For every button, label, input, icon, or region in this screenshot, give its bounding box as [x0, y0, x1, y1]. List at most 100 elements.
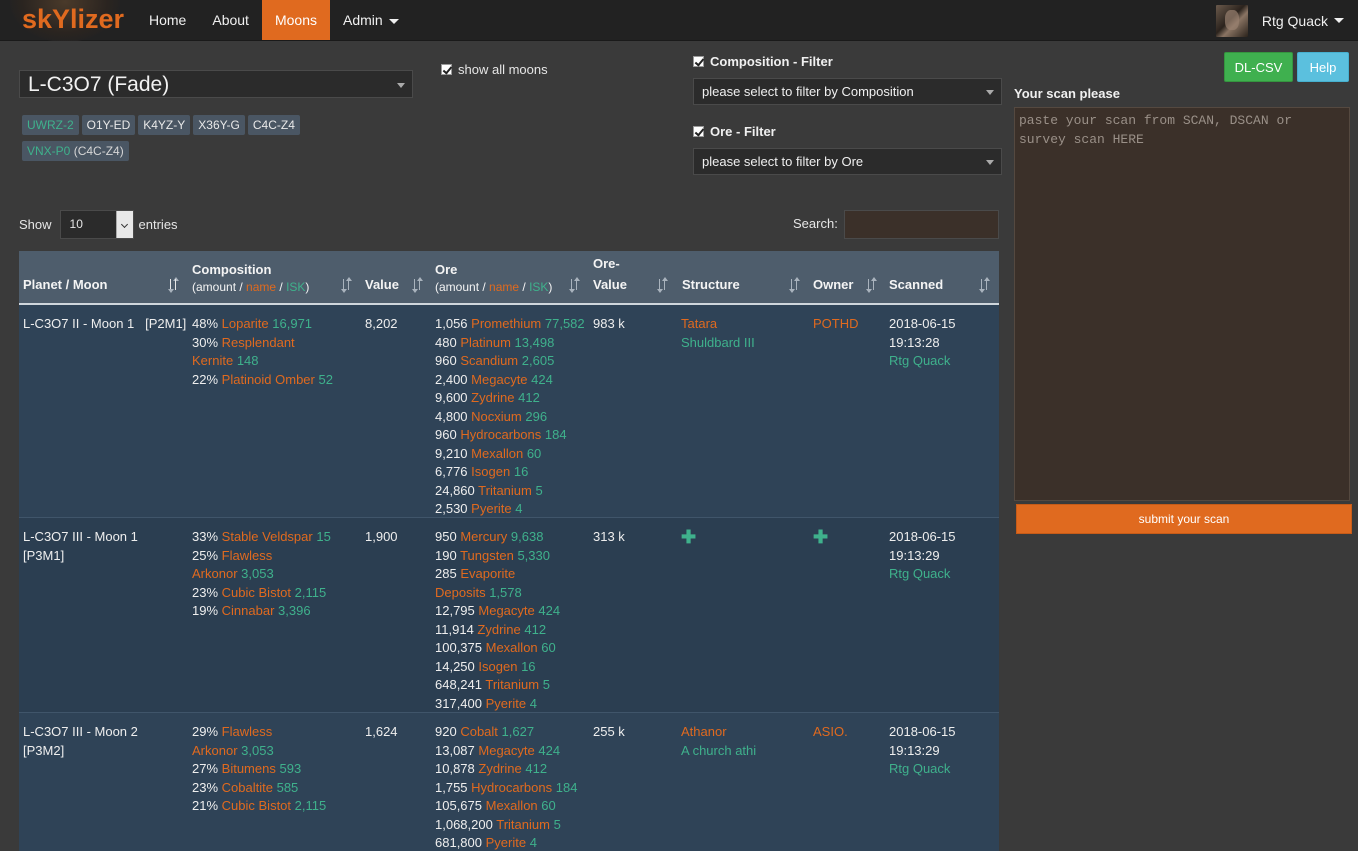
composition-filter-toggle[interactable]: Composition - Filter: [693, 54, 833, 69]
ore-name[interactable]: Tritanium: [478, 483, 532, 498]
cell-owner: ASIO.: [813, 723, 848, 742]
system-tag-extra[interactable]: VNX-P0 (C4C-Z4): [22, 141, 129, 161]
add-owner-icon[interactable]: ✚: [813, 527, 828, 547]
owner-name[interactable]: POTHD: [813, 315, 859, 334]
ore-name[interactable]: Pyerite: [486, 696, 526, 711]
composition-name[interactable]: Flawless: [222, 724, 273, 739]
scan-textarea[interactable]: [1014, 107, 1350, 501]
composition-name[interactable]: Cubic Bistot: [222, 798, 291, 813]
ore-name[interactable]: Promethium: [471, 316, 541, 331]
col-ore[interactable]: Ore (amount / name / ISK): [435, 259, 552, 295]
moon-select[interactable]: L-C3O7 (Fade): [19, 70, 413, 98]
ore-name[interactable]: Mexallon: [486, 640, 538, 655]
system-tag[interactable]: C4C-Z4: [247, 115, 300, 135]
composition-filter-select[interactable]: please select to filter by Composition: [693, 78, 1002, 105]
composition-name-cont[interactable]: Kernite: [192, 353, 233, 368]
ore-name[interactable]: Nocxium: [471, 409, 522, 424]
composition-item: 48% Loparite 16,971: [192, 315, 333, 334]
scanned-by[interactable]: Rtg Quack: [889, 352, 956, 371]
scanned-by[interactable]: Rtg Quack: [889, 760, 956, 779]
ore-name[interactable]: Tritanium: [496, 817, 550, 832]
add-structure-icon[interactable]: ✚: [681, 527, 696, 547]
sort-icon[interactable]: [789, 277, 800, 293]
submit-scan-button[interactable]: submit your scan: [1016, 504, 1352, 534]
sort-icon[interactable]: [866, 277, 877, 293]
ore-name[interactable]: Mercury: [460, 529, 507, 544]
ore-name[interactable]: Isogen: [471, 464, 510, 479]
brand-logo[interactable]: skYlizer: [0, 0, 130, 41]
sort-icon[interactable]: [569, 277, 580, 293]
system-tag[interactable]: K4YZ-Y: [138, 115, 191, 135]
dl-csv-button[interactable]: DL-CSV: [1224, 52, 1293, 82]
help-button[interactable]: Help: [1297, 52, 1349, 82]
composition-pct: 27%: [192, 761, 219, 776]
ore-name[interactable]: Tritanium: [485, 677, 539, 692]
ore-name[interactable]: Mexallon: [471, 446, 523, 461]
ore-filter-toggle[interactable]: Ore - Filter: [693, 124, 776, 139]
ore-name-cont[interactable]: Deposits: [435, 585, 486, 600]
show-all-moons[interactable]: show all moons: [441, 62, 548, 77]
ore-name[interactable]: Zydrine: [478, 761, 521, 776]
composition-item: 25% Flawless: [192, 547, 331, 566]
composition-name[interactable]: Cobaltite: [222, 780, 273, 795]
composition-name-cont[interactable]: Arkonor: [192, 566, 238, 581]
ore-name[interactable]: Zydrine: [477, 622, 520, 637]
entries-select[interactable]: 10: [59, 210, 134, 239]
ore-name[interactable]: Hydrocarbons: [471, 780, 552, 795]
composition-name[interactable]: Flawless: [222, 548, 273, 563]
composition-name[interactable]: Resplendant: [222, 335, 295, 350]
search-input[interactable]: [844, 210, 999, 239]
owner-name[interactable]: ASIO.: [813, 723, 848, 742]
ore-name[interactable]: Megacyte: [478, 603, 534, 618]
col-planet-moon[interactable]: Planet / Moon: [23, 274, 108, 295]
structure-name[interactable]: Athanor: [681, 723, 756, 742]
col-ore-value[interactable]: Ore- Value: [593, 253, 627, 295]
ore-name[interactable]: Tungsten: [460, 548, 514, 563]
nav-home[interactable]: Home: [136, 0, 199, 40]
composition-name[interactable]: Stable Veldspar: [222, 529, 313, 544]
show-all-moons-checkbox[interactable]: [441, 64, 452, 75]
ore-name[interactable]: Mexallon: [486, 798, 538, 813]
col-owner[interactable]: Owner: [813, 274, 853, 295]
ore-isk: 60: [541, 640, 556, 655]
composition-filter-checkbox[interactable]: [693, 56, 704, 67]
structure-name[interactable]: Tatara: [681, 315, 755, 334]
system-tag[interactable]: X36Y-G: [193, 115, 245, 135]
nav-moons[interactable]: Moons: [261, 0, 330, 40]
scanned-by[interactable]: Rtg Quack: [889, 565, 956, 584]
sort-icon[interactable]: [168, 277, 179, 293]
show-all-moons-label: show all moons: [458, 62, 548, 77]
ore-name[interactable]: Megacyte: [478, 743, 534, 758]
composition-name[interactable]: Cinnabar: [222, 603, 275, 618]
col-scanned[interactable]: Scanned: [889, 274, 943, 295]
col-value[interactable]: Value: [365, 274, 399, 295]
ore-name[interactable]: Pyerite: [486, 835, 526, 850]
ore-name[interactable]: Megacyte: [471, 372, 527, 387]
ore-name[interactable]: Pyerite: [471, 501, 511, 516]
nav-about[interactable]: About: [199, 0, 262, 40]
ore-filter-checkbox[interactable]: [693, 126, 704, 137]
ore-name[interactable]: Zydrine: [471, 390, 514, 405]
sort-icon[interactable]: [341, 277, 352, 293]
ore-name[interactable]: Evaporite: [460, 566, 515, 581]
ore-name[interactable]: Scandium: [460, 353, 518, 368]
system-tag[interactable]: O1Y-ED: [81, 115, 136, 135]
system-tag[interactable]: UWRZ-2: [22, 115, 79, 135]
col-composition[interactable]: Composition (amount / name / ISK): [192, 259, 309, 295]
ore-name[interactable]: Platinum: [460, 335, 511, 350]
ore-name[interactable]: Isogen: [478, 659, 517, 674]
nav-admin[interactable]: Admin: [330, 0, 412, 40]
ore-filter-select[interactable]: please select to filter by Ore: [693, 148, 1002, 175]
sort-icon[interactable]: [657, 277, 668, 293]
ore-name[interactable]: Hydrocarbons: [460, 427, 541, 442]
composition-name[interactable]: Loparite: [222, 316, 269, 331]
sort-icon[interactable]: [979, 277, 990, 293]
ore-name[interactable]: Cobalt: [460, 724, 498, 739]
composition-name[interactable]: Cubic Bistot: [222, 585, 291, 600]
col-structure[interactable]: Structure: [682, 274, 740, 295]
user-menu[interactable]: Rtg Quack: [1215, 0, 1344, 41]
sort-icon[interactable]: [412, 277, 423, 293]
composition-name[interactable]: Platinoid Omber: [222, 372, 315, 387]
composition-name[interactable]: Bitumens: [222, 761, 276, 776]
composition-name-cont[interactable]: Arkonor: [192, 743, 238, 758]
